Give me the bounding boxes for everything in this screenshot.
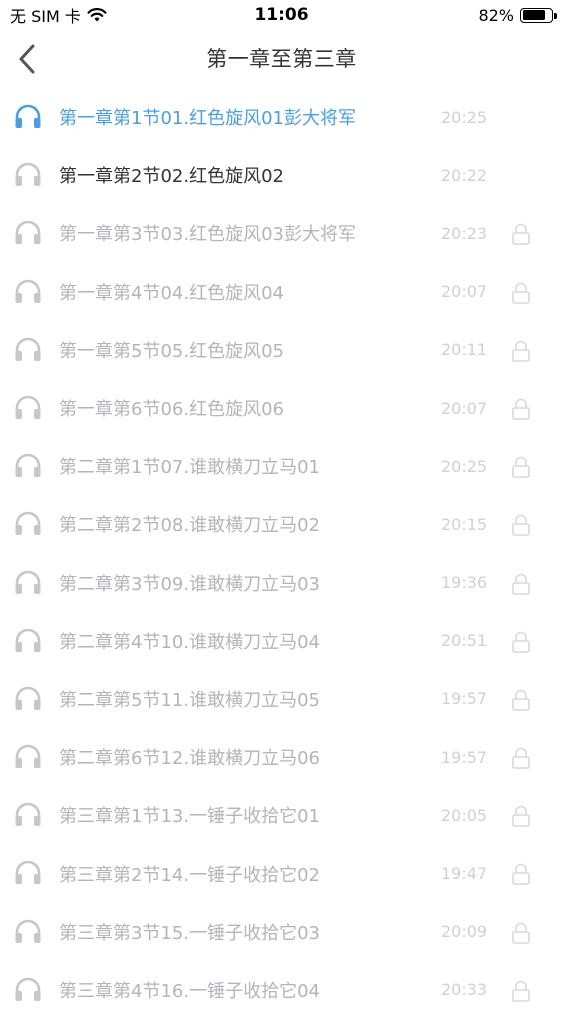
lock-icon [512,631,530,653]
wifi-icon [87,7,107,21]
track-title: 第三章第4节16.一锤子收拾它04 [59,980,320,1002]
nav-bar: 第一章至第三章 [0,30,563,86]
track-title: 第一章第6节06.红色旋风06 [59,399,284,421]
lock-icon [512,398,530,420]
headphones-icon [15,919,41,943]
lock-icon [512,689,530,711]
track-duration: 19:47 [441,864,488,884]
track-row[interactable]: 第二章第4节10.谁敢横刀立马04 20:51 [0,612,563,670]
headphones-icon [15,279,41,303]
track-duration: 19:36 [441,573,488,593]
track-row[interactable]: 第一章第5节05.红色旋风05 20:11 [0,321,563,379]
track-title: 第二章第5节11.谁敢横刀立马05 [59,689,320,711]
track-row[interactable]: 第二章第3节09.谁敢横刀立马03 19:36 [0,554,563,612]
lock-icon [512,515,530,537]
track-row[interactable]: 第一章第6节06.红色旋风06 20:07 [0,379,563,437]
track-duration: 20:07 [441,398,488,418]
track-duration: 20:22 [441,165,488,185]
track-title: 第三章第3节15.一锤子收拾它03 [59,922,320,944]
track-row[interactable]: 第一章第3节03.红色旋风03彭大将军 20:23 [0,204,563,262]
track-row[interactable]: 第一章第4节04.红色旋风04 20:07 [0,263,563,321]
track-duration: 19:57 [441,747,488,767]
track-title: 第二章第4节10.谁敢横刀立马04 [59,631,320,653]
track-row[interactable]: 第三章第1节13.一锤子收拾它01 20:05 [0,786,563,844]
track-title: 第二章第2节08.谁敢横刀立马02 [59,515,320,537]
lock-icon [512,864,530,886]
lock-icon [512,456,530,478]
track-duration: 19:57 [441,689,488,709]
battery-icon [520,7,557,23]
track-duration: 20:25 [441,107,488,127]
headphones-icon [15,686,41,710]
headphones-icon [15,162,41,187]
status-left: 无 SIM 卡 [10,3,107,27]
track-title: 第二章第3节09.谁敢横刀立马03 [59,573,320,595]
lock-icon [512,340,530,362]
battery-tip [554,12,557,19]
track-list: 第一章第1节01.红色旋风01彭大将军 20:25 第一章第2节02.红色旋风02 2… [0,88,563,1019]
carrier-label: 无 SIM 卡 [10,7,81,26]
headphones-icon [15,803,41,827]
lock-icon [512,922,530,944]
track-title: 第一章第3节03.红色旋风03彭大将军 [59,224,356,246]
track-row[interactable]: 第三章第2节14.一锤子收拾它02 19:47 [0,844,563,902]
track-title: 第三章第2节14.一锤子收拾它02 [59,864,320,886]
track-title: 第一章第1节01.红色旋风01彭大将军 [59,108,356,130]
track-duration: 20:23 [441,223,488,243]
track-duration: 20:11 [441,340,488,360]
track-row[interactable]: 第二章第6节12.谁敢横刀立马06 19:57 [0,728,563,786]
track-title: 第二章第1节07.谁敢横刀立马01 [59,457,320,479]
track-title: 第三章第1节13.一锤子收拾它01 [59,806,320,828]
battery-level [522,10,546,20]
status-bar: 无 SIM 卡 11:06 82% [0,0,563,30]
track-duration: 20:07 [441,282,488,302]
lock-icon [512,573,530,595]
lock-icon [512,980,530,1002]
track-title: 第一章第4节04.红色旋风04 [59,282,284,304]
track-duration: 20:33 [441,980,488,1000]
headphones-icon [15,570,41,594]
headphones-icon [15,628,41,652]
headphones-icon [15,337,41,361]
track-row[interactable]: 第三章第4节16.一锤子收拾它04 20:33 [0,961,563,1019]
headphones-icon [15,104,41,128]
track-row[interactable]: 第二章第2节08.谁敢横刀立马02 20:15 [0,495,563,553]
headphones-icon [15,395,41,419]
track-row[interactable]: 第二章第5节11.谁敢横刀立马05 19:57 [0,670,563,728]
track-duration: 20:15 [441,514,488,534]
status-right: 82% [478,5,557,25]
track-row[interactable]: 第一章第1节01.红色旋风01彭大将军 20:25 [0,88,563,146]
lock-icon [512,747,530,769]
track-title: 第二章第6节12.谁敢横刀立马06 [59,748,320,770]
page-title: 第一章至第三章 [206,47,357,71]
chevron-left-icon [19,44,35,74]
track-duration: 20:05 [441,805,488,825]
track-title: 第一章第5节05.红色旋风05 [59,340,284,362]
back-button[interactable] [10,42,44,76]
headphones-icon [15,861,41,885]
headphones-icon [15,221,41,245]
track-duration: 20:09 [441,922,488,942]
headphones-icon [15,453,41,478]
track-duration: 20:25 [441,456,488,476]
battery-percent: 82% [478,5,514,25]
track-row[interactable]: 第一章第2节02.红色旋风02 20:22 [0,146,563,204]
headphones-icon [15,512,41,536]
track-row[interactable]: 第三章第3节15.一锤子收拾它03 20:09 [0,903,563,961]
lock-icon [512,224,530,246]
lock-icon [512,282,530,304]
headphones-icon [15,977,41,1001]
track-duration: 20:51 [441,631,488,651]
track-row[interactable]: 第二章第1节07.谁敢横刀立马01 20:25 [0,437,563,495]
lock-icon [512,806,530,828]
track-title: 第一章第2节02.红色旋风02 [59,166,284,188]
headphones-icon [15,744,41,769]
